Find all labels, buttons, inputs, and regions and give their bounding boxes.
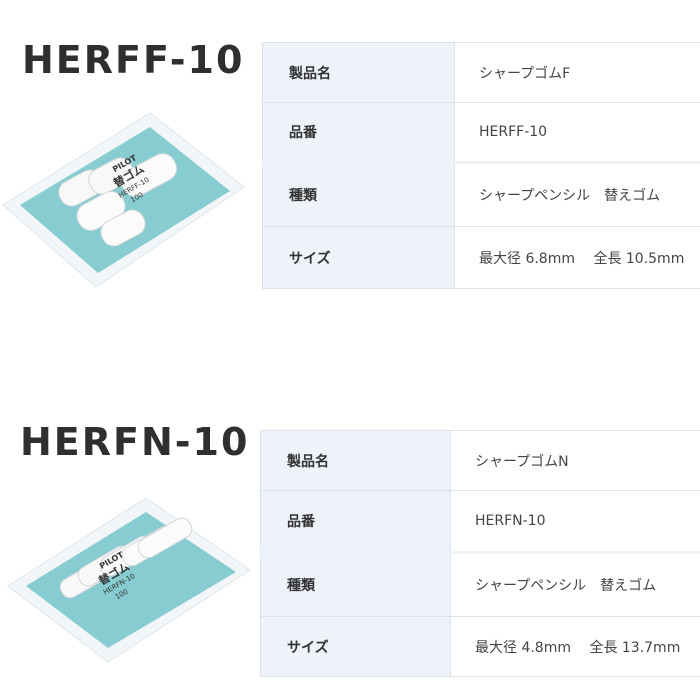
spec-table: 製品名 シャープゴムN 品番 HERFN-10 種類 シャープペンシル 替えゴム…	[260, 430, 700, 677]
spec-row-product-name: 製品名 シャープゴムF	[262, 42, 700, 103]
spec-value: HERFN-10	[450, 490, 700, 553]
spec-label: 種類	[262, 161, 455, 227]
spec-label: サイズ	[260, 616, 451, 677]
spec-row-item-number: 品番 HERFN-10	[260, 490, 700, 553]
spec-row-item-number: 品番 HERFF-10	[262, 102, 700, 163]
spec-label: 種類	[260, 551, 451, 617]
spec-label: 品番	[260, 490, 451, 553]
spec-value: HERFF-10	[454, 102, 700, 163]
product-photo-eraser-pack: PILOT 替ゴム HERFF-10 100	[2, 112, 245, 288]
product-model-title: HERFN-10	[20, 420, 250, 464]
spec-row-type: 種類 シャープペンシル 替えゴム	[262, 161, 700, 227]
spec-label: 製品名	[262, 42, 455, 103]
spec-label: 製品名	[260, 430, 451, 491]
product-section-herfn: HERFN-10 PILOT 替ゴム HERFN-10 100 製品名 シャープ…	[0, 390, 700, 700]
spec-label: 品番	[262, 102, 455, 163]
product-photo-eraser-pack: PILOT 替ゴム HERFN-10 100	[7, 497, 251, 663]
spec-label: サイズ	[262, 226, 455, 289]
product-model-title: HERFF-10	[22, 38, 245, 82]
spec-value: シャープゴムF	[454, 42, 700, 103]
spec-table: 製品名 シャープゴムF 品番 HERFF-10 種類 シャープペンシル 替えゴム…	[262, 42, 700, 289]
spec-row-type: 種類 シャープペンシル 替えゴム	[260, 551, 700, 617]
spec-row-size: サイズ 最大径 6.8mm 全長 10.5mm	[262, 226, 700, 289]
spec-value: シャープゴムN	[450, 430, 700, 491]
product-section-herff: HERFF-10 PILOT 替ゴム HERFF-10 100 製品名 シャープ…	[0, 0, 700, 350]
spec-row-size: サイズ 最大径 4.8mm 全長 13.7mm	[260, 616, 700, 677]
spec-row-product-name: 製品名 シャープゴムN	[260, 430, 700, 491]
spec-value: シャープペンシル 替えゴム	[450, 551, 700, 617]
spec-value: シャープペンシル 替えゴム	[454, 161, 700, 227]
spec-value: 最大径 6.8mm 全長 10.5mm	[454, 226, 700, 289]
spec-value: 最大径 4.8mm 全長 13.7mm	[450, 616, 700, 677]
